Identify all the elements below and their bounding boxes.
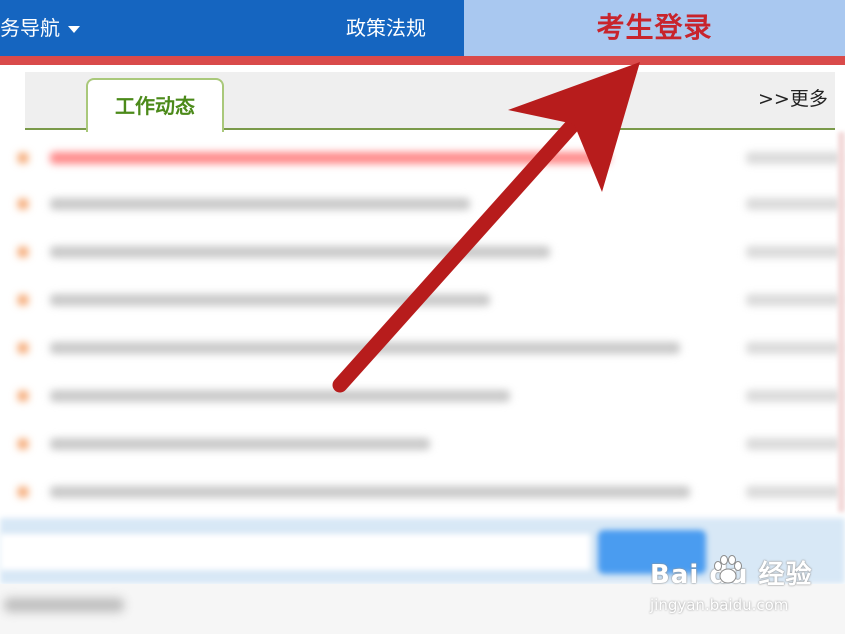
- bullet-icon: [18, 391, 28, 401]
- bullet-icon: [18, 343, 28, 353]
- bullet-icon: [18, 487, 28, 497]
- bullet-icon: [18, 153, 28, 163]
- list-item[interactable]: [18, 244, 841, 260]
- baidu-watermark-logo: Bai du 经验 jingyan.baidu.com: [650, 548, 830, 628]
- list-item[interactable]: [18, 340, 841, 356]
- watermark-url: jingyan.baidu.com: [650, 596, 789, 614]
- bullet-icon: [18, 247, 28, 257]
- nav-services-label: 务导航: [0, 16, 60, 40]
- list-item[interactable]: [18, 436, 841, 452]
- chevron-down-icon: [68, 26, 80, 33]
- bullet-icon: [18, 199, 28, 209]
- list-item[interactable]: [18, 150, 841, 166]
- list-item[interactable]: [18, 484, 841, 500]
- nav-policy-link[interactable]: 政策法规: [346, 0, 426, 56]
- search-input[interactable]: [0, 534, 590, 570]
- student-login-button[interactable]: 考生登录: [464, 0, 845, 56]
- list-item[interactable]: [18, 388, 841, 404]
- bullet-icon: [18, 439, 28, 449]
- list-item[interactable]: [18, 292, 841, 308]
- bullet-icon: [18, 295, 28, 305]
- more-link[interactable]: >>更多: [758, 84, 828, 111]
- nav-services-menu[interactable]: 务导航: [0, 0, 80, 56]
- list-item[interactable]: [18, 196, 841, 212]
- footer-text: [4, 598, 124, 612]
- news-list: [0, 132, 845, 512]
- paw-icon: [714, 555, 742, 584]
- tab-work-news[interactable]: 工作动态: [86, 78, 224, 132]
- side-column-edge: [838, 132, 845, 512]
- nav-underline-bar: [0, 56, 845, 65]
